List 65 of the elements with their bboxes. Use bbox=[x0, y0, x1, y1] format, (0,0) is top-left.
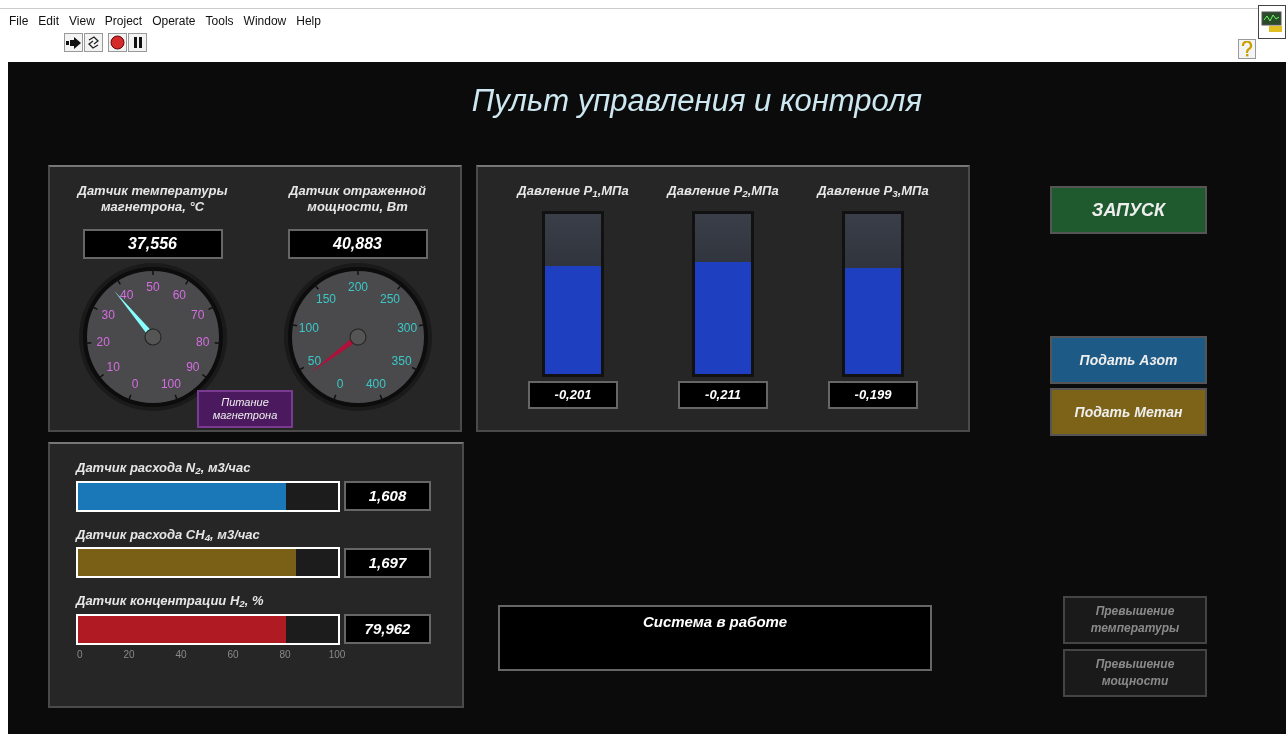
scale-label: 50 bbox=[145, 280, 160, 294]
menu-item[interactable]: File bbox=[4, 9, 34, 31]
feed-button[interactable]: Подать Метан bbox=[1050, 388, 1207, 436]
start-button[interactable]: ЗАПУСК bbox=[1050, 186, 1207, 234]
status-display: Система в работе bbox=[498, 605, 932, 671]
gauge-label: Датчик температуры магнетрона, °C bbox=[75, 183, 229, 216]
numeric-display: -0,211 bbox=[678, 380, 768, 409]
scale-label: 250 bbox=[379, 291, 400, 306]
menu-item[interactable]: Tools bbox=[200, 9, 239, 31]
scale-label: 20 bbox=[96, 334, 110, 349]
run-continuously-icon[interactable] bbox=[84, 33, 103, 52]
flow-label: Датчик расхода N$_{2}$, м3/час bbox=[76, 459, 252, 478]
numeric-display: 40,883 bbox=[287, 229, 428, 259]
numeric-display: -0,199 bbox=[828, 380, 918, 409]
flow-label: Датчик концентрации H$_{2}$, % bbox=[76, 592, 265, 611]
scale-label: 0 bbox=[336, 376, 343, 391]
numeric-display: 1,697 bbox=[344, 547, 431, 578]
menu-item[interactable]: Operate bbox=[147, 9, 201, 31]
scale-label: 350 bbox=[391, 354, 412, 369]
menu-item[interactable]: Project bbox=[99, 9, 148, 31]
menu-item[interactable]: Window bbox=[238, 9, 292, 31]
scale-label: 30 bbox=[101, 307, 115, 322]
gauge-needle bbox=[113, 291, 161, 346]
numeric-display: 37,556 bbox=[82, 229, 223, 259]
scale-label: 100 bbox=[160, 376, 181, 391]
power-button[interactable]: Питание магнетрона bbox=[197, 390, 293, 428]
scale-label: 60 bbox=[227, 648, 239, 660]
feed-button[interactable]: Подать Азот bbox=[1050, 336, 1207, 384]
scale-label: 100 bbox=[328, 648, 346, 660]
scale-label: 400 bbox=[365, 376, 386, 391]
numeric-display: 1,608 bbox=[344, 481, 431, 511]
help-icon[interactable] bbox=[1238, 39, 1256, 59]
scale-label: 40 bbox=[119, 287, 133, 302]
pressure-label: Давление P$_{2}$,МПа bbox=[667, 182, 779, 201]
panel-title: Пульт управления и контроля bbox=[470, 82, 923, 120]
alarm-indicator[interactable]: Превышение температуры bbox=[1063, 596, 1207, 644]
pressure-label: Давление P$_{3}$,МПа bbox=[817, 182, 929, 201]
scale-label: 10 bbox=[106, 360, 120, 375]
scale-label: 50 bbox=[307, 354, 321, 369]
numeric-display: -0,201 bbox=[528, 380, 618, 409]
scale-label: 0 bbox=[77, 648, 83, 660]
run-arrow-icon[interactable] bbox=[64, 33, 83, 52]
menu-item[interactable]: Edit bbox=[33, 9, 65, 31]
scale-label: 300 bbox=[396, 320, 417, 335]
alarm-indicator[interactable]: Превышение мощности bbox=[1063, 649, 1207, 697]
menu-item[interactable]: Help bbox=[291, 9, 326, 31]
flow-label: Датчик расхода CH$_{4}$, м3/час bbox=[76, 525, 261, 544]
gauge-label: Датчик отраженной мощности, Вт bbox=[287, 183, 427, 216]
scale-label: 70 bbox=[190, 307, 204, 322]
scale-label: 80 bbox=[195, 334, 209, 349]
scale-label: 100 bbox=[298, 320, 319, 335]
pause-icon[interactable] bbox=[128, 33, 147, 52]
scale-label: 90 bbox=[185, 360, 199, 375]
scale-label: 200 bbox=[347, 280, 368, 294]
scale-label: 40 bbox=[175, 648, 187, 660]
scale-label: 80 bbox=[279, 648, 291, 660]
numeric-display: 79,962 bbox=[344, 614, 431, 644]
abort-icon[interactable] bbox=[108, 33, 127, 52]
vi-icon bbox=[1258, 5, 1286, 39]
scale-label: 150 bbox=[315, 291, 336, 306]
pressure-label: Давление P$_{1}$,МПа bbox=[517, 182, 629, 201]
menu-item[interactable]: View bbox=[64, 9, 100, 31]
scale-label: 0 bbox=[131, 376, 138, 391]
scale-label: 20 bbox=[123, 648, 135, 660]
scale-label: 60 bbox=[172, 287, 186, 302]
